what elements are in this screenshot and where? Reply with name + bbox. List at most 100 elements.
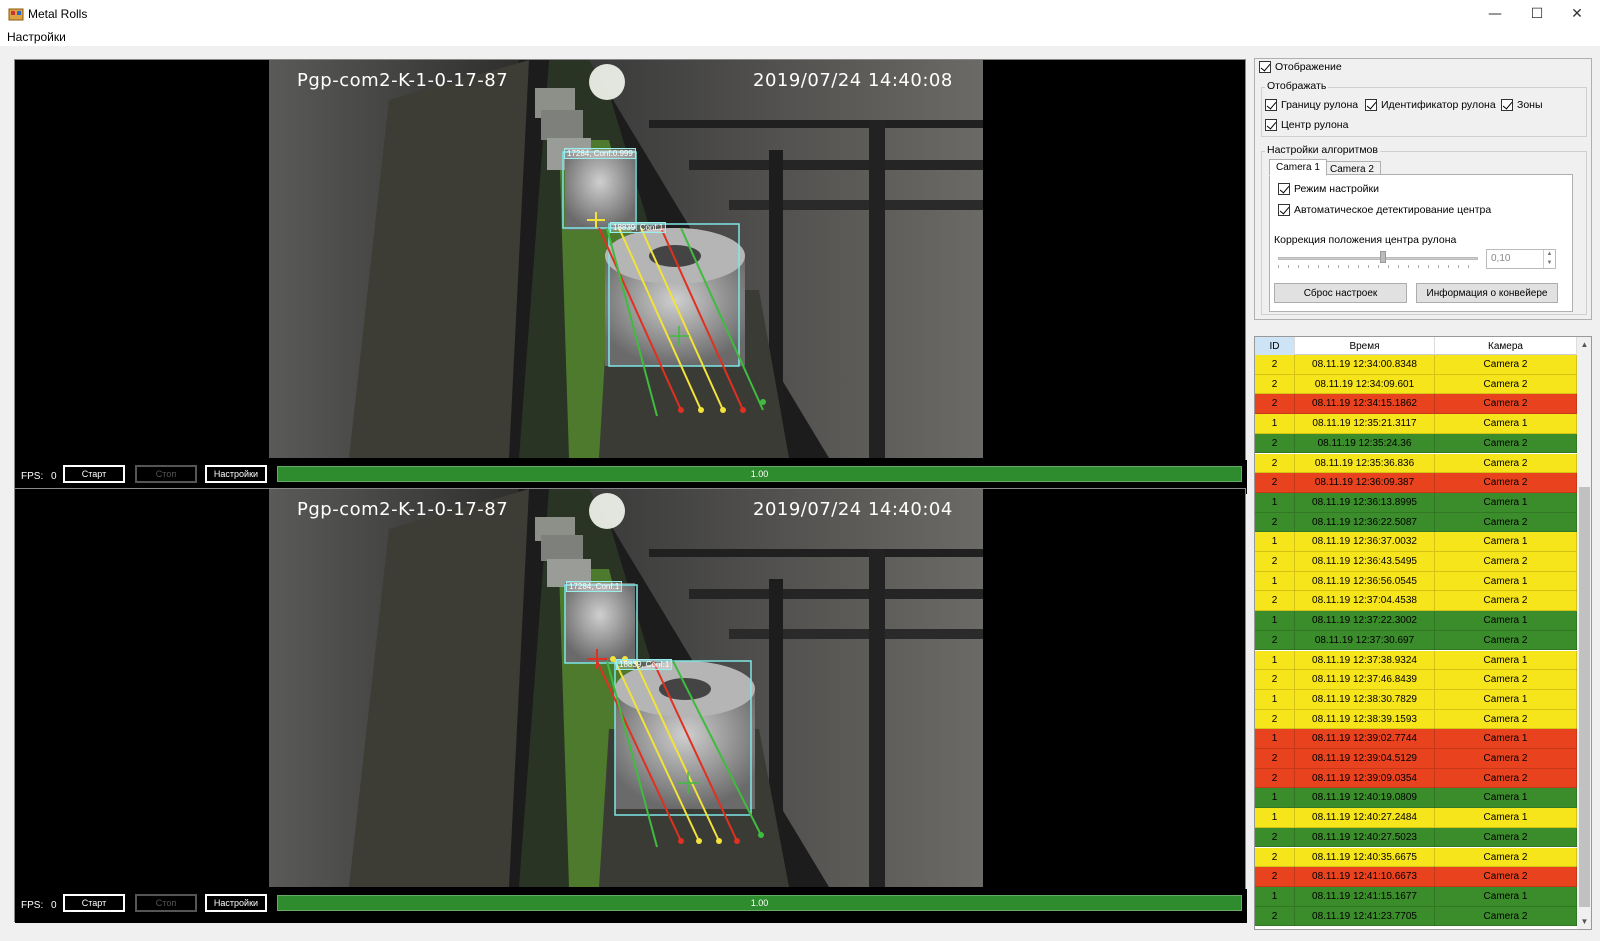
table-row[interactable]: 1 08.11.19 12:40:27.2484 Camera 1 <box>1255 808 1577 828</box>
camera-1-settings-button[interactable]: Настройки <box>205 465 267 483</box>
camera-1-video[interactable]: Pgp-com2-K-1-0-17-87 2019/07/24 14:40:08… <box>269 60 983 458</box>
table-cell-id: 1 <box>1255 571 1295 591</box>
table-cell-time: 08.11.19 12:36:09.387 <box>1295 473 1435 493</box>
camera-1-overlay-time: 2019/07/24 14:40:08 <box>753 70 953 91</box>
checkbox-checked-icon <box>1501 99 1513 111</box>
table-row[interactable]: 2 08.11.19 12:40:35.6675 Camera 2 <box>1255 847 1577 868</box>
camera-2-panel: Pgp-com2-K-1-0-17-87 2019/07/24 14:40:04… <box>14 488 1247 923</box>
roll-id-checkbox[interactable]: Идентификатор рулона <box>1365 99 1496 111</box>
table-cell-id: 2 <box>1255 768 1295 788</box>
table-row[interactable]: 2 08.11.19 12:38:39.1593 Camera 2 <box>1255 709 1577 730</box>
table-row[interactable]: 1 08.11.19 12:36:56.0545 Camera 1 <box>1255 571 1577 592</box>
settings-panel: Отображение Отображать Границу рулона Ид… <box>1254 58 1592 320</box>
table-row[interactable]: 2 08.11.19 12:37:30.697 Camera 2 <box>1255 630 1577 651</box>
table-cell-camera: Camera 1 <box>1435 808 1577 828</box>
table-cell-camera: Camera 2 <box>1435 473 1577 493</box>
camera-2-start-button[interactable]: Старт <box>63 894 125 912</box>
table-cell-camera: Camera 2 <box>1435 709 1577 729</box>
correction-label: Коррекция положения центра рулона <box>1274 234 1457 246</box>
scroll-down-icon[interactable]: ▼ <box>1577 914 1591 929</box>
table-row[interactable]: 2 08.11.19 12:34:15.1862 Camera 2 <box>1255 394 1577 415</box>
menu-bar: Настройки <box>0 28 1600 46</box>
table-row[interactable]: 2 08.11.19 12:35:24.36 Camera 2 <box>1255 433 1577 454</box>
close-button[interactable]: ✕ <box>1554 0 1600 28</box>
tuning-mode-checkbox[interactable]: Режим настройки <box>1278 183 1379 195</box>
table-row[interactable]: 1 08.11.19 12:41:15.1677 Camera 1 <box>1255 886 1577 907</box>
menu-settings[interactable]: Настройки <box>7 30 66 44</box>
table-row[interactable]: 2 08.11.19 12:34:00.8348 Camera 2 <box>1255 355 1577 375</box>
table-row[interactable]: 2 08.11.19 12:41:10.6673 Camera 2 <box>1255 867 1577 887</box>
table-row[interactable]: 1 08.11.19 12:36:37.0032 Camera 1 <box>1255 532 1577 552</box>
table-cell-time: 08.11.19 12:40:27.2484 <box>1295 808 1435 828</box>
table-row[interactable]: 1 08.11.19 12:35:21.3117 Camera 1 <box>1255 414 1577 434</box>
camera-1-stop-button[interactable]: Стоп <box>135 465 197 483</box>
column-header-id[interactable]: ID <box>1255 337 1295 355</box>
table-row[interactable]: 2 08.11.19 12:39:04.5129 Camera 2 <box>1255 749 1577 769</box>
auto-center-checkbox[interactable]: Автоматическое детектирование центра <box>1278 204 1491 216</box>
roll-border-checkbox[interactable]: Границу рулона <box>1265 99 1358 111</box>
reset-settings-button[interactable]: Сброс настроек <box>1274 283 1407 303</box>
display-checkbox[interactable]: Отображение <box>1259 61 1342 73</box>
table-row[interactable]: 1 08.11.19 12:36:13.8995 Camera 1 <box>1255 492 1577 513</box>
table-row[interactable]: 2 08.11.19 12:40:27.5023 Camera 2 <box>1255 827 1577 848</box>
camera-1-panel: Pgp-com2-K-1-0-17-87 2019/07/24 14:40:08… <box>14 59 1247 494</box>
table-row[interactable]: 1 08.11.19 12:38:30.7829 Camera 1 <box>1255 689 1577 710</box>
table-cell-id: 2 <box>1255 552 1295 571</box>
column-header-time[interactable]: Время <box>1295 337 1435 355</box>
scroll-up-icon[interactable]: ▲ <box>1577 337 1591 352</box>
table-row[interactable]: 1 08.11.19 12:37:22.3002 Camera 1 <box>1255 611 1577 631</box>
correction-slider-track[interactable] <box>1278 257 1478 260</box>
table-cell-camera: Camera 1 <box>1435 689 1577 709</box>
camera-2-scene <box>269 489 983 887</box>
tab-camera-1[interactable]: Camera 1 <box>1269 159 1327 176</box>
zones-checkbox[interactable]: Зоны <box>1501 99 1543 111</box>
spin-arrows-icon[interactable]: ▲ ▼ <box>1543 250 1555 268</box>
table-row[interactable]: 2 08.11.19 12:39:09.0354 Camera 2 <box>1255 768 1577 789</box>
camera-2-stop-button[interactable]: Стоп <box>135 894 197 912</box>
table-row[interactable]: 1 08.11.19 12:37:38.9324 Camera 1 <box>1255 650 1577 671</box>
table-cell-camera: Camera 1 <box>1435 571 1577 591</box>
camera-1-scene <box>269 60 983 458</box>
table-scrollbar[interactable]: ▲ ▼ <box>1577 337 1591 929</box>
camera-1-start-button[interactable]: Старт <box>63 465 125 483</box>
table-row[interactable]: 2 08.11.19 12:35:36.836 Camera 2 <box>1255 453 1577 474</box>
table-cell-id: 2 <box>1255 512 1295 532</box>
minimize-button[interactable]: — <box>1472 0 1518 28</box>
conveyor-info-button[interactable]: Информация о конвейере <box>1416 283 1558 303</box>
checkbox-checked-icon <box>1278 204 1290 216</box>
correction-value-input[interactable]: 0,10 ▲ ▼ <box>1486 249 1556 269</box>
table-row[interactable]: 2 08.11.19 12:34:09.601 Camera 2 <box>1255 374 1577 395</box>
table-cell-id: 1 <box>1255 650 1295 670</box>
table-cell-camera: Camera 1 <box>1435 532 1577 552</box>
camera-2-overlay-time: 2019/07/24 14:40:04 <box>753 499 953 520</box>
camera-1-detection-label-bottom: 18839, Conf:1 <box>610 222 667 233</box>
camera-1-detection-label-top: 17284, Conf:0.999 <box>564 148 636 159</box>
title-bar: Metal Rolls — ☐ ✕ <box>0 0 1600 28</box>
table-row[interactable]: 2 08.11.19 12:36:09.387 Camera 2 <box>1255 473 1577 493</box>
roll-center-checkbox[interactable]: Центр рулона <box>1265 119 1348 131</box>
table-cell-id: 2 <box>1255 709 1295 729</box>
table-row[interactable]: 2 08.11.19 12:41:23.7705 Camera 2 <box>1255 906 1577 927</box>
correction-slider-thumb[interactable] <box>1380 251 1386 263</box>
table-row[interactable]: 1 08.11.19 12:39:02.7744 Camera 1 <box>1255 729 1577 749</box>
camera-2-settings-button[interactable]: Настройки <box>205 894 267 912</box>
table-cell-id: 2 <box>1255 355 1295 374</box>
table-row[interactable]: 2 08.11.19 12:36:43.5495 Camera 2 <box>1255 552 1577 572</box>
table-cell-time: 08.11.19 12:36:37.0032 <box>1295 532 1435 552</box>
table-cell-camera: Camera 2 <box>1435 827 1577 847</box>
correction-value: 0,10 <box>1491 253 1511 264</box>
camera-2-video[interactable]: Pgp-com2-K-1-0-17-87 2019/07/24 14:40:04… <box>269 489 983 887</box>
table-cell-camera: Camera 2 <box>1435 453 1577 473</box>
table-cell-id: 2 <box>1255 394 1295 414</box>
table-row[interactable]: 2 08.11.19 12:37:46.8439 Camera 2 <box>1255 670 1577 690</box>
table-row[interactable]: 2 08.11.19 12:37:04.4538 Camera 2 <box>1255 591 1577 612</box>
column-header-camera[interactable]: Камера <box>1435 337 1577 355</box>
table-row[interactable]: 2 08.11.19 12:36:22.5087 Camera 2 <box>1255 512 1577 533</box>
table-row[interactable]: 1 08.11.19 12:40:19.0809 Camera 1 <box>1255 788 1577 809</box>
scroll-thumb[interactable] <box>1579 487 1590 907</box>
table-cell-id: 2 <box>1255 847 1295 867</box>
camera-1-progress-bar: 1.00 <box>277 466 1242 482</box>
table-cell-id: 1 <box>1255 808 1295 828</box>
table-cell-camera: Camera 1 <box>1435 650 1577 670</box>
table-cell-time: 08.11.19 12:39:09.0354 <box>1295 768 1435 788</box>
